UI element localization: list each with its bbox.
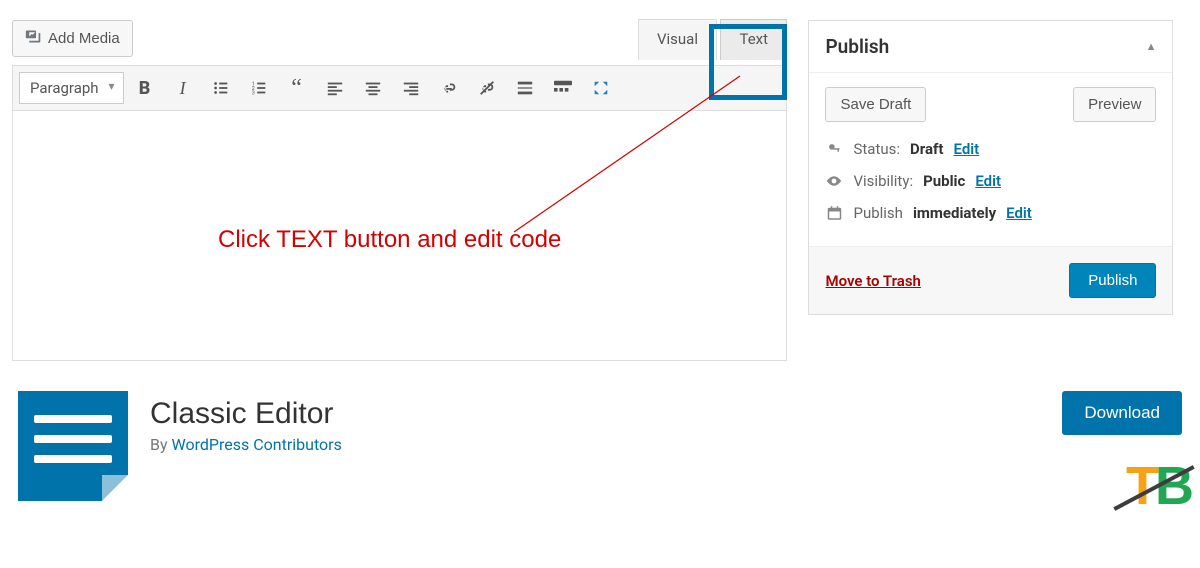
status-value: Draft (910, 140, 943, 158)
media-icon (25, 28, 42, 49)
schedule-value: immediately (913, 204, 996, 222)
align-center-icon[interactable] (356, 72, 390, 104)
link-icon[interactable] (432, 72, 466, 104)
toolbar-toggle-icon[interactable] (546, 72, 580, 104)
plugin-name: Classic Editor (150, 397, 342, 431)
plugin-author-link[interactable]: WordPress Contributors (172, 435, 342, 454)
align-left-icon[interactable] (318, 72, 352, 104)
by-prefix: By (150, 435, 172, 454)
bullet-list-icon[interactable] (204, 72, 238, 104)
publish-title: Publish (825, 35, 889, 58)
visibility-edit-link[interactable]: Edit (975, 172, 1001, 190)
tab-text[interactable]: Text (720, 19, 787, 60)
unlink-icon[interactable] (470, 72, 504, 104)
eye-icon (825, 173, 843, 189)
visibility-label: Visibility: (853, 172, 913, 190)
add-media-button[interactable]: Add Media (12, 20, 133, 57)
status-edit-link[interactable]: Edit (954, 140, 980, 158)
watermark-logo: TB (1126, 455, 1190, 517)
schedule-label: Publish (853, 204, 902, 222)
visibility-value: Public (923, 172, 965, 190)
publish-metabox: Publish ▲ Save Draft Preview Status: Dra… (808, 20, 1173, 315)
svg-text:3: 3 (251, 90, 254, 96)
annotation-text: Click TEXT button and edit code (218, 226, 561, 254)
editor-content-area[interactable]: Click TEXT button and edit code (12, 111, 787, 361)
plugin-author-line: By WordPress Contributors (150, 435, 342, 454)
numbered-list-icon[interactable]: 123 (242, 72, 276, 104)
status-label: Status: (853, 140, 900, 158)
tab-visual[interactable]: Visual (638, 19, 717, 60)
blockquote-icon[interactable]: “ (280, 72, 314, 104)
bold-icon[interactable]: B (128, 72, 162, 104)
key-icon (825, 141, 843, 157)
metabox-toggle-icon[interactable]: ▲ (1146, 40, 1157, 53)
save-draft-button[interactable]: Save Draft (825, 87, 926, 122)
italic-icon[interactable]: I (166, 72, 200, 104)
download-button[interactable]: Download (1062, 391, 1182, 435)
align-right-icon[interactable] (394, 72, 428, 104)
editor-mode-tabs: Visual Text (638, 18, 787, 59)
editor-toolbar: Paragraph B I 123 “ (12, 65, 787, 111)
add-media-label: Add Media (48, 30, 120, 47)
preview-button[interactable]: Preview (1073, 87, 1156, 122)
insert-more-icon[interactable] (508, 72, 542, 104)
move-to-trash-link[interactable]: Move to Trash (825, 272, 920, 290)
plugin-icon (18, 391, 128, 501)
schedule-edit-link[interactable]: Edit (1006, 204, 1032, 222)
format-select[interactable]: Paragraph (19, 72, 124, 104)
publish-button[interactable]: Publish (1069, 263, 1156, 298)
fullscreen-icon[interactable] (584, 72, 618, 104)
calendar-icon (825, 205, 843, 221)
